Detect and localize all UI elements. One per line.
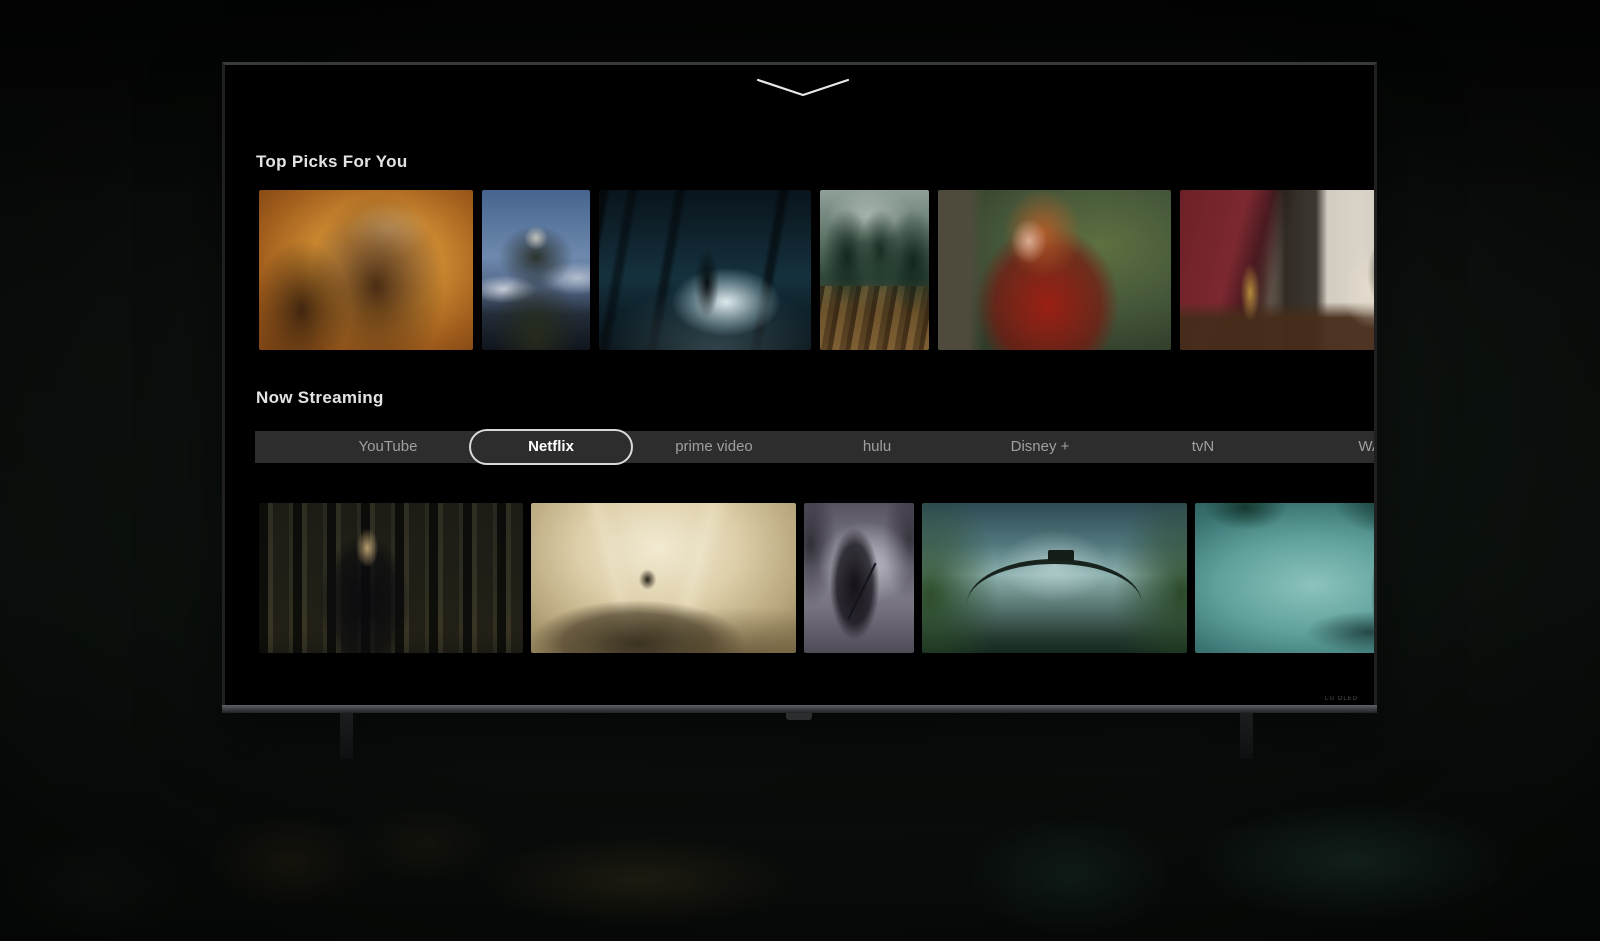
top-picks-row: [259, 190, 1374, 350]
tab-youtube[interactable]: YouTube: [308, 431, 468, 463]
tv-brand-logo: LG OLED: [1325, 696, 1358, 702]
tab-prime-video[interactable]: prime video: [634, 431, 794, 463]
bridge-arc-shape: [967, 559, 1142, 605]
streaming-service-tabbar: YouTube Netflix prime video hulu Disney …: [255, 431, 1374, 463]
section-title-now-streaming: Now Streaming: [256, 388, 384, 408]
carriage-shape: [1048, 550, 1074, 561]
tab-disney-plus[interactable]: Disney +: [960, 431, 1120, 463]
thumbnail-dust-storm-wanderers[interactable]: [259, 190, 473, 350]
tv-screen: Top Picks For You Now Streaming YouTube …: [225, 65, 1374, 705]
chevron-down-icon[interactable]: [755, 77, 851, 99]
thumbnail-canyon-arch-bridge[interactable]: [922, 503, 1187, 653]
thumbnail-teal-mist-gown[interactable]: [1195, 503, 1374, 653]
thumbnail-black-dress-in-pines[interactable]: [259, 503, 523, 653]
thumbnail-misty-forest-maze[interactable]: [820, 190, 929, 350]
tab-tvn[interactable]: tvN: [1123, 431, 1283, 463]
scythe-shape: [848, 563, 877, 620]
thumbnail-red-hood-woman[interactable]: [938, 190, 1171, 350]
thumbnail-hooded-reaper[interactable]: [804, 503, 914, 653]
thumbnail-forest-flashlight-figure[interactable]: [599, 190, 811, 350]
tab-hulu[interactable]: hulu: [797, 431, 957, 463]
thumbnail-library-child-reading[interactable]: [1180, 190, 1374, 350]
tv-leg-left: [340, 713, 353, 759]
section-title-top-picks: Top Picks For You: [256, 152, 408, 172]
tab-watcha[interactable]: WATCHA: [1310, 431, 1374, 463]
thumbnail-pilot-with-helmet[interactable]: [482, 190, 590, 350]
tab-netflix[interactable]: Netflix: [471, 431, 631, 463]
tv-leg-right: [1240, 713, 1253, 759]
tv-bottom-bezel: [222, 705, 1377, 713]
thumbnail-golden-horse-rider[interactable]: [531, 503, 796, 653]
tv-stand-notch: [786, 713, 812, 720]
tv-frame: Top Picks For You Now Streaming YouTube …: [222, 62, 1377, 713]
now-streaming-row: [259, 503, 1374, 653]
